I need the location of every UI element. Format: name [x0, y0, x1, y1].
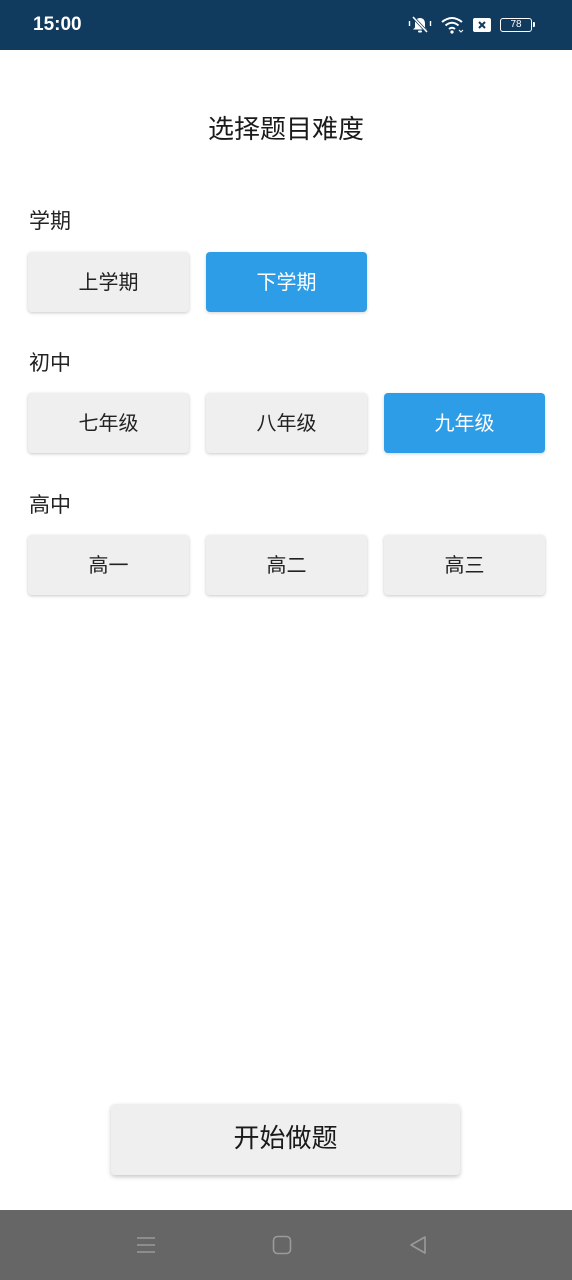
wifi-icon [440, 15, 464, 35]
status-icons: 78 [408, 14, 535, 36]
senior-year-2-button[interactable]: 高二 [206, 535, 367, 595]
senior-year-1-button[interactable]: 高一 [28, 535, 189, 595]
home-icon[interactable] [267, 1230, 297, 1260]
status-bar: 15:00 78 [0, 0, 572, 50]
semester-label: 学期 [29, 209, 71, 233]
junior-high-label: 初中 [29, 351, 71, 375]
page-title: 选择题目难度 [207, 115, 364, 145]
sim-blocked-icon [472, 17, 492, 33]
menu-icon[interactable] [131, 1230, 161, 1260]
grade-8-button[interactable]: 八年级 [206, 393, 367, 453]
first-semester-button[interactable]: 上学期 [28, 252, 189, 312]
senior-high-label: 高中 [29, 493, 71, 517]
status-time: 15:00 [33, 14, 82, 35]
back-icon[interactable] [403, 1230, 433, 1260]
nav-bar [0, 1210, 572, 1280]
grade-9-button[interactable]: 九年级 [384, 393, 545, 453]
grade-7-button[interactable]: 七年级 [28, 393, 189, 453]
second-semester-button[interactable]: 下学期 [206, 252, 367, 312]
mute-vibrate-icon [408, 15, 432, 35]
battery-icon: 78 [500, 18, 535, 32]
senior-year-3-button[interactable]: 高三 [384, 535, 545, 595]
start-quiz-button[interactable]: 开始做题 [111, 1104, 460, 1175]
